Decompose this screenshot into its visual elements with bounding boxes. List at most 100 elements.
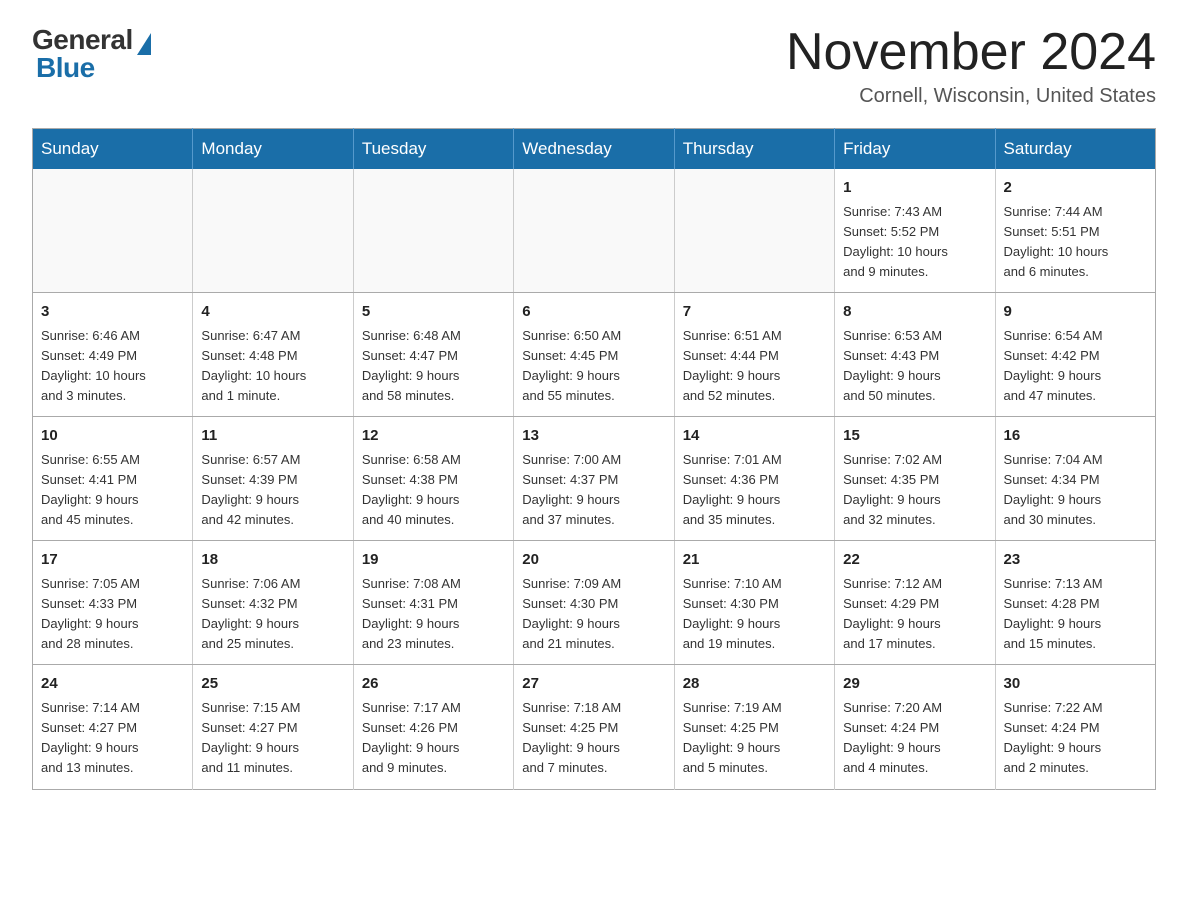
day-info: Sunrise: 6:58 AMSunset: 4:38 PMDaylight:… — [362, 450, 505, 531]
week-row-5: 24Sunrise: 7:14 AMSunset: 4:27 PMDayligh… — [33, 665, 1156, 789]
day-info: Sunrise: 6:47 AMSunset: 4:48 PMDaylight:… — [201, 326, 344, 407]
day-info: Sunrise: 6:46 AMSunset: 4:49 PMDaylight:… — [41, 326, 184, 407]
day-info: Sunrise: 7:13 AMSunset: 4:28 PMDaylight:… — [1004, 574, 1147, 655]
day-number: 24 — [41, 673, 184, 696]
day-number: 13 — [522, 425, 665, 448]
week-row-3: 10Sunrise: 6:55 AMSunset: 4:41 PMDayligh… — [33, 417, 1156, 541]
day-number: 30 — [1004, 673, 1147, 696]
day-number: 20 — [522, 549, 665, 572]
day-info: Sunrise: 7:02 AMSunset: 4:35 PMDaylight:… — [843, 450, 986, 531]
day-info: Sunrise: 7:05 AMSunset: 4:33 PMDaylight:… — [41, 574, 184, 655]
day-info: Sunrise: 7:09 AMSunset: 4:30 PMDaylight:… — [522, 574, 665, 655]
calendar-cell: 13Sunrise: 7:00 AMSunset: 4:37 PMDayligh… — [514, 417, 674, 541]
location-title: Cornell, Wisconsin, United States — [786, 85, 1156, 108]
calendar-cell: 7Sunrise: 6:51 AMSunset: 4:44 PMDaylight… — [674, 293, 834, 417]
calendar-cell: 20Sunrise: 7:09 AMSunset: 4:30 PMDayligh… — [514, 541, 674, 665]
day-number: 5 — [362, 301, 505, 324]
calendar-cell: 21Sunrise: 7:10 AMSunset: 4:30 PMDayligh… — [674, 541, 834, 665]
weekday-header-sunday: Sunday — [33, 129, 193, 170]
day-info: Sunrise: 7:44 AMSunset: 5:51 PMDaylight:… — [1004, 202, 1147, 283]
logo-blue-text: Blue — [36, 52, 95, 84]
calendar-cell: 11Sunrise: 6:57 AMSunset: 4:39 PMDayligh… — [193, 417, 353, 541]
weekday-header-saturday: Saturday — [995, 129, 1155, 170]
weekday-header-friday: Friday — [835, 129, 995, 170]
day-number: 16 — [1004, 425, 1147, 448]
calendar-cell: 3Sunrise: 6:46 AMSunset: 4:49 PMDaylight… — [33, 293, 193, 417]
calendar-cell: 28Sunrise: 7:19 AMSunset: 4:25 PMDayligh… — [674, 665, 834, 789]
day-info: Sunrise: 6:55 AMSunset: 4:41 PMDaylight:… — [41, 450, 184, 531]
day-info: Sunrise: 7:17 AMSunset: 4:26 PMDaylight:… — [362, 698, 505, 779]
logo: General Blue — [32, 24, 151, 84]
calendar-cell: 19Sunrise: 7:08 AMSunset: 4:31 PMDayligh… — [353, 541, 513, 665]
weekday-header-thursday: Thursday — [674, 129, 834, 170]
calendar-cell: 16Sunrise: 7:04 AMSunset: 4:34 PMDayligh… — [995, 417, 1155, 541]
weekday-header-tuesday: Tuesday — [353, 129, 513, 170]
day-number: 15 — [843, 425, 986, 448]
day-number: 1 — [843, 177, 986, 200]
day-number: 6 — [522, 301, 665, 324]
week-row-2: 3Sunrise: 6:46 AMSunset: 4:49 PMDaylight… — [33, 293, 1156, 417]
day-info: Sunrise: 6:54 AMSunset: 4:42 PMDaylight:… — [1004, 326, 1147, 407]
day-info: Sunrise: 6:51 AMSunset: 4:44 PMDaylight:… — [683, 326, 826, 407]
day-number: 7 — [683, 301, 826, 324]
day-info: Sunrise: 7:14 AMSunset: 4:27 PMDaylight:… — [41, 698, 184, 779]
weekday-header-row: SundayMondayTuesdayWednesdayThursdayFrid… — [33, 129, 1156, 170]
calendar-cell: 23Sunrise: 7:13 AMSunset: 4:28 PMDayligh… — [995, 541, 1155, 665]
day-info: Sunrise: 7:08 AMSunset: 4:31 PMDaylight:… — [362, 574, 505, 655]
day-info: Sunrise: 7:04 AMSunset: 4:34 PMDaylight:… — [1004, 450, 1147, 531]
day-number: 23 — [1004, 549, 1147, 572]
calendar-cell: 25Sunrise: 7:15 AMSunset: 4:27 PMDayligh… — [193, 665, 353, 789]
day-info: Sunrise: 6:50 AMSunset: 4:45 PMDaylight:… — [522, 326, 665, 407]
day-info: Sunrise: 7:01 AMSunset: 4:36 PMDaylight:… — [683, 450, 826, 531]
calendar-cell: 5Sunrise: 6:48 AMSunset: 4:47 PMDaylight… — [353, 293, 513, 417]
calendar-cell: 10Sunrise: 6:55 AMSunset: 4:41 PMDayligh… — [33, 417, 193, 541]
day-info: Sunrise: 6:48 AMSunset: 4:47 PMDaylight:… — [362, 326, 505, 407]
calendar-cell — [674, 169, 834, 293]
day-number: 2 — [1004, 177, 1147, 200]
weekday-header-wednesday: Wednesday — [514, 129, 674, 170]
day-info: Sunrise: 7:15 AMSunset: 4:27 PMDaylight:… — [201, 698, 344, 779]
day-number: 14 — [683, 425, 826, 448]
calendar-table: SundayMondayTuesdayWednesdayThursdayFrid… — [32, 128, 1156, 789]
calendar-cell: 2Sunrise: 7:44 AMSunset: 5:51 PMDaylight… — [995, 169, 1155, 293]
day-number: 22 — [843, 549, 986, 572]
calendar-cell: 14Sunrise: 7:01 AMSunset: 4:36 PMDayligh… — [674, 417, 834, 541]
month-title: November 2024 — [786, 24, 1156, 81]
day-info: Sunrise: 7:43 AMSunset: 5:52 PMDaylight:… — [843, 202, 986, 283]
calendar-cell: 29Sunrise: 7:20 AMSunset: 4:24 PMDayligh… — [835, 665, 995, 789]
day-number: 27 — [522, 673, 665, 696]
calendar-cell: 15Sunrise: 7:02 AMSunset: 4:35 PMDayligh… — [835, 417, 995, 541]
calendar-cell: 18Sunrise: 7:06 AMSunset: 4:32 PMDayligh… — [193, 541, 353, 665]
calendar-cell: 26Sunrise: 7:17 AMSunset: 4:26 PMDayligh… — [353, 665, 513, 789]
logo-triangle-icon — [137, 33, 151, 55]
calendar-cell: 24Sunrise: 7:14 AMSunset: 4:27 PMDayligh… — [33, 665, 193, 789]
week-row-4: 17Sunrise: 7:05 AMSunset: 4:33 PMDayligh… — [33, 541, 1156, 665]
day-info: Sunrise: 7:20 AMSunset: 4:24 PMDaylight:… — [843, 698, 986, 779]
calendar-cell: 8Sunrise: 6:53 AMSunset: 4:43 PMDaylight… — [835, 293, 995, 417]
calendar-cell: 27Sunrise: 7:18 AMSunset: 4:25 PMDayligh… — [514, 665, 674, 789]
day-number: 21 — [683, 549, 826, 572]
calendar-cell: 4Sunrise: 6:47 AMSunset: 4:48 PMDaylight… — [193, 293, 353, 417]
title-section: November 2024 Cornell, Wisconsin, United… — [786, 24, 1156, 108]
calendar-cell — [33, 169, 193, 293]
page-header: General Blue November 2024 Cornell, Wisc… — [32, 24, 1156, 108]
calendar-cell: 12Sunrise: 6:58 AMSunset: 4:38 PMDayligh… — [353, 417, 513, 541]
day-number: 4 — [201, 301, 344, 324]
day-number: 8 — [843, 301, 986, 324]
day-number: 28 — [683, 673, 826, 696]
day-info: Sunrise: 7:06 AMSunset: 4:32 PMDaylight:… — [201, 574, 344, 655]
day-number: 11 — [201, 425, 344, 448]
day-number: 17 — [41, 549, 184, 572]
calendar-cell: 17Sunrise: 7:05 AMSunset: 4:33 PMDayligh… — [33, 541, 193, 665]
calendar-cell — [514, 169, 674, 293]
day-info: Sunrise: 7:00 AMSunset: 4:37 PMDaylight:… — [522, 450, 665, 531]
calendar-cell: 6Sunrise: 6:50 AMSunset: 4:45 PMDaylight… — [514, 293, 674, 417]
day-info: Sunrise: 7:10 AMSunset: 4:30 PMDaylight:… — [683, 574, 826, 655]
day-number: 3 — [41, 301, 184, 324]
day-info: Sunrise: 6:53 AMSunset: 4:43 PMDaylight:… — [843, 326, 986, 407]
calendar-cell: 30Sunrise: 7:22 AMSunset: 4:24 PMDayligh… — [995, 665, 1155, 789]
day-number: 10 — [41, 425, 184, 448]
day-number: 29 — [843, 673, 986, 696]
weekday-header-monday: Monday — [193, 129, 353, 170]
day-info: Sunrise: 7:22 AMSunset: 4:24 PMDaylight:… — [1004, 698, 1147, 779]
